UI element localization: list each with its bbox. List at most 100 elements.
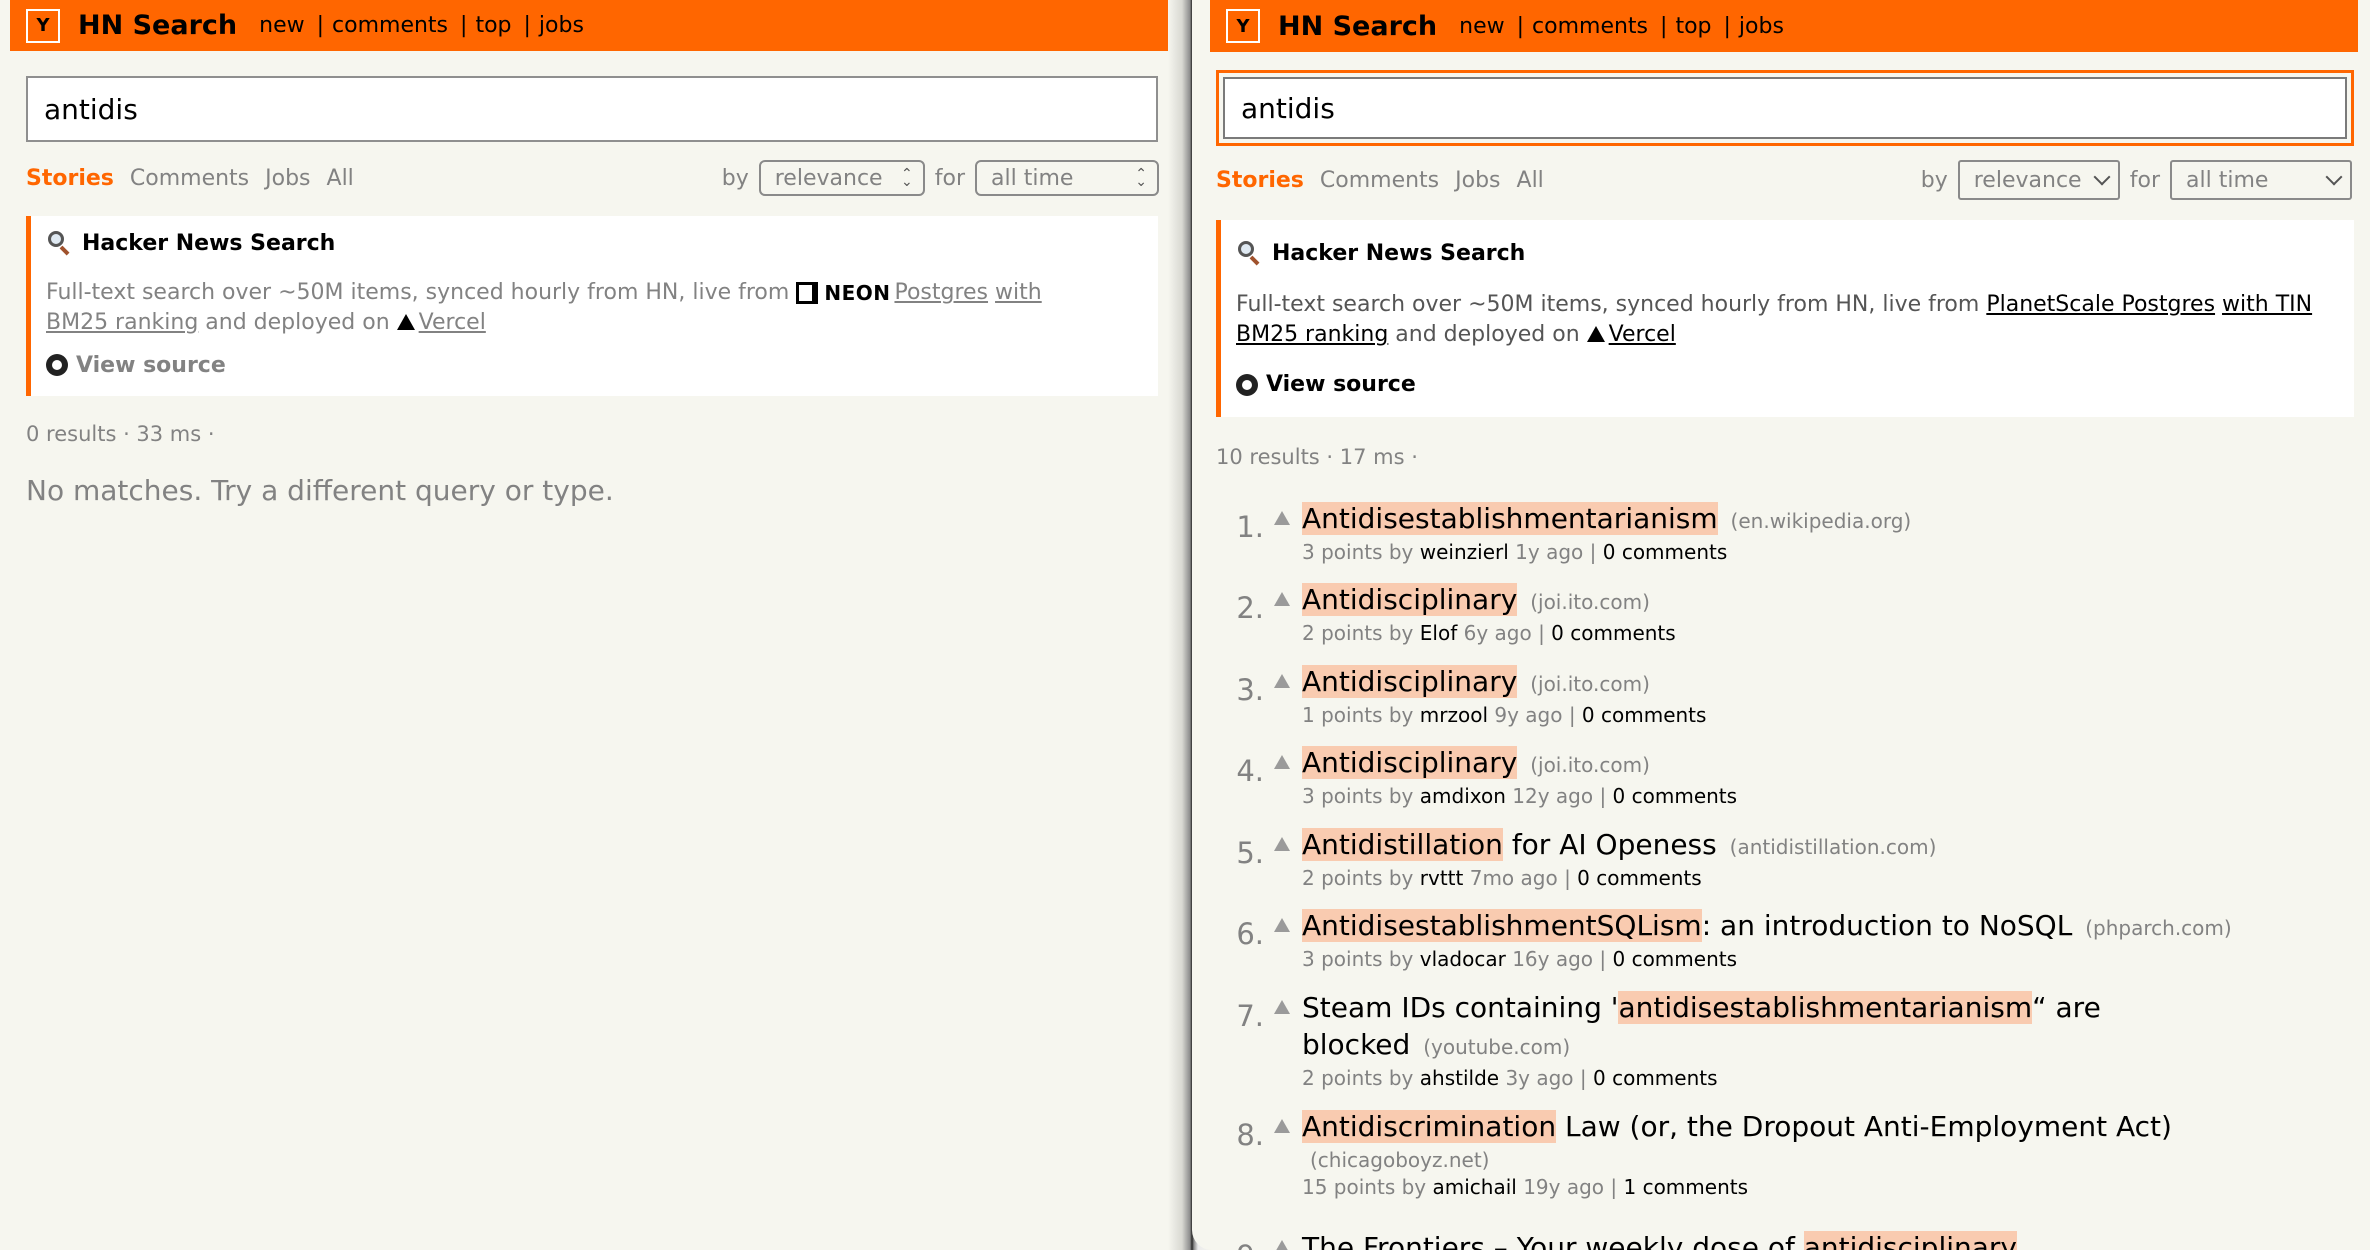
time-range-select[interactable]: all time ⌃ ⌄ [975, 160, 1159, 196]
view-source-link[interactable]: View source [1236, 372, 2354, 397]
nav-new[interactable]: new [1459, 14, 1504, 39]
magnifying-glass-icon [46, 230, 72, 256]
result-title-text[interactable]: Steam IDs containing ' [1302, 991, 1618, 1024]
result-domain[interactable]: (joi.ito.com) [1530, 672, 1650, 696]
upvote-icon[interactable] [1274, 1000, 1290, 1014]
result-age[interactable]: 16y ago [1512, 947, 1593, 971]
result-title-match[interactable]: Antidisciplinary [1302, 583, 1518, 616]
view-source-link[interactable]: View source [46, 353, 1158, 378]
info-title: Hacker News Search [46, 230, 1158, 256]
result-author[interactable]: ahstilde [1420, 1066, 1499, 1090]
upvote-icon[interactable] [1274, 837, 1290, 851]
result-comments-link[interactable]: 0 comments [1612, 947, 1737, 971]
result-domain[interactable]: (phparch.com) [2085, 916, 2231, 940]
nav-new[interactable]: new [259, 13, 304, 38]
tab-jobs[interactable]: Jobs [1455, 168, 1500, 193]
result-subtext: 2 points by ahstilde 3y ago | 0 comments [1302, 1066, 2358, 1091]
result-title-match[interactable]: antidisciplinary [1803, 1231, 2017, 1250]
nav-separator: | [523, 13, 531, 38]
result-comments-link[interactable]: 0 comments [1582, 703, 1707, 727]
planetscale-postgres-link[interactable]: PlanetScale Postgres [1986, 292, 2215, 317]
result-domain[interactable]: (chicagoboyz.net) [1310, 1145, 2358, 1175]
vercel-link[interactable]: Vercel [1586, 322, 1676, 347]
info-panel: Hacker News Search Full-text search over… [1216, 220, 2354, 417]
brand-title[interactable]: HN Search [1278, 11, 1437, 42]
result-comments-link[interactable]: 0 comments [1593, 1066, 1718, 1090]
deployed-text: and deployed on [205, 309, 390, 335]
result-age[interactable]: 7mo ago [1470, 866, 1558, 890]
nav-top[interactable]: top [1675, 14, 1711, 39]
time-range-select[interactable]: all time [2170, 160, 2352, 200]
result-comments-link[interactable]: 0 comments [1551, 621, 1676, 645]
nav-comments[interactable]: comments [1532, 14, 1648, 39]
tab-comments[interactable]: Comments [1320, 168, 1439, 193]
upvote-icon[interactable] [1274, 1119, 1290, 1133]
tab-stories[interactable]: Stories [1216, 168, 1304, 193]
result-domain[interactable]: (joi.ito.com) [1530, 590, 1650, 614]
search-input[interactable]: antidis [26, 76, 1158, 142]
upvote-icon[interactable] [1274, 592, 1290, 606]
result-age[interactable]: 6y ago [1464, 621, 1532, 645]
result-author[interactable]: mrzool [1420, 703, 1488, 727]
result-author[interactable]: Elof [1420, 621, 1457, 645]
result-comments-link[interactable]: 1 comments [1623, 1175, 1748, 1199]
result-domain[interactable]: (en.wikipedia.org) [1731, 509, 1912, 533]
result-title-text[interactable]: The Frontiers – Your weekly dose of [1302, 1231, 1804, 1250]
result-domain[interactable]: (antidistillation.com) [1730, 835, 1937, 859]
result-author[interactable]: amichail [1432, 1175, 1516, 1199]
result-title-text[interactable]: : an introduction to NoSQL [1702, 909, 2073, 942]
result-author[interactable]: vladocar [1420, 947, 1506, 971]
tab-stories[interactable]: Stories [26, 166, 114, 191]
nav-comments[interactable]: comments [332, 13, 448, 38]
result-domain[interactable]: (joi.ito.com) [1530, 753, 1650, 777]
upvote-icon[interactable] [1274, 674, 1290, 688]
tab-all[interactable]: All [1517, 168, 1544, 193]
sort-select[interactable]: relevance ⌃ ⌄ [758, 160, 925, 196]
upvote-icon[interactable] [1274, 511, 1290, 525]
result-author[interactable]: rvttt [1420, 866, 1464, 890]
neon-logo[interactable]: NEON [796, 279, 890, 308]
result-comments-link[interactable]: 0 comments [1613, 784, 1738, 808]
result-comments-link[interactable]: 0 comments [1603, 540, 1728, 564]
postgres-link[interactable]: Postgres [894, 280, 988, 305]
result-item: 7. Steam IDs containing 'antidisestablish… [1210, 989, 2358, 1091]
tab-comments[interactable]: Comments [130, 166, 249, 191]
upvote-icon[interactable] [1274, 755, 1290, 769]
sort-select[interactable]: relevance [1957, 160, 2120, 200]
upvote-icon[interactable] [1274, 918, 1290, 932]
result-author[interactable]: weinzierl [1420, 540, 1509, 564]
result-title-match[interactable]: Antidiscrimination [1302, 1110, 1557, 1143]
result-title-match[interactable]: Antidistillation [1302, 828, 1503, 861]
result-title-match[interactable]: AntidisestablishmentSQLism [1302, 909, 1702, 942]
result-age[interactable]: 9y ago [1494, 703, 1562, 727]
y-logo-icon[interactable]: Y [26, 8, 60, 43]
upvote-icon[interactable] [1274, 1240, 1290, 1250]
result-domain[interactable]: (youtube.com) [1423, 1035, 1570, 1059]
result-title-match[interactable]: Antidisestablishmentarianism [1302, 502, 1718, 535]
result-author[interactable]: amdixon [1420, 784, 1506, 808]
subtext-separator: | [1557, 866, 1578, 890]
result-title-match[interactable]: antidisestablishmentarianism [1618, 991, 2033, 1024]
result-age[interactable]: 19y ago [1523, 1175, 1604, 1199]
info-description: Full-text search over ~50M items, synced… [46, 278, 1106, 337]
result-age[interactable]: 3y ago [1505, 1066, 1573, 1090]
result-title-match[interactable]: Antidisciplinary [1302, 665, 1518, 698]
vercel-link[interactable]: Vercel [396, 310, 486, 335]
nav-top[interactable]: top [475, 13, 511, 38]
search-input[interactable]: antidis [1223, 77, 2347, 139]
result-title-text[interactable]: Law (or, the Dropout Anti-Employment Act… [1556, 1110, 2172, 1143]
result-rank: 5. [1236, 836, 1264, 870]
brand-title[interactable]: HN Search [78, 10, 237, 41]
result-age[interactable]: 1y ago [1515, 540, 1583, 564]
result-title-match[interactable]: Antidisciplinary [1302, 746, 1518, 779]
info-title-text: Hacker News Search [1272, 240, 1526, 266]
nav-jobs[interactable]: jobs [1739, 14, 1784, 39]
tab-all[interactable]: All [327, 166, 354, 191]
results-count: 10 results · 17 ms · [1216, 445, 1418, 469]
tab-jobs[interactable]: Jobs [265, 166, 310, 191]
y-logo-icon[interactable]: Y [1226, 9, 1260, 43]
nav-jobs[interactable]: jobs [539, 13, 584, 38]
result-age[interactable]: 12y ago [1512, 784, 1593, 808]
result-title-text[interactable]: for AI Openess [1503, 828, 1717, 861]
result-comments-link[interactable]: 0 comments [1577, 866, 1702, 890]
